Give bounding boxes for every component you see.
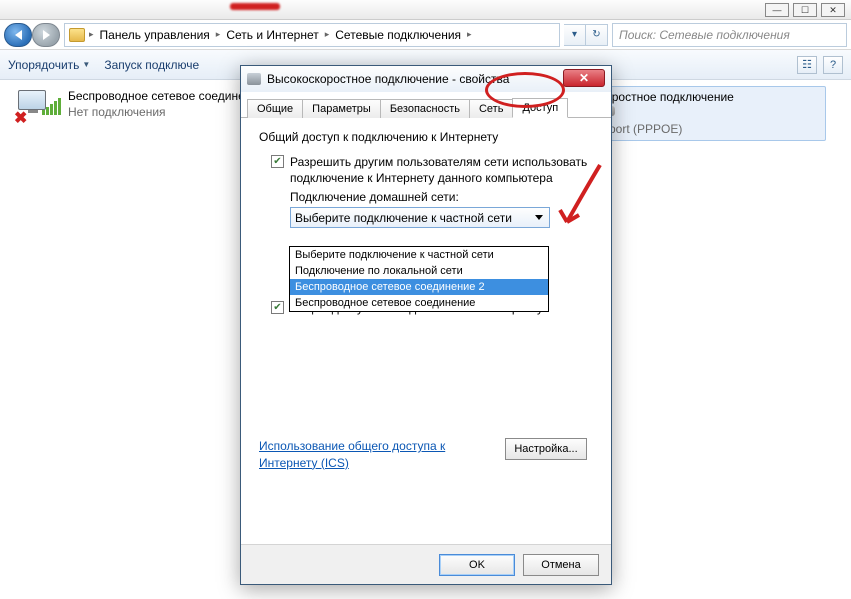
settings-button[interactable]: Настройка...	[505, 438, 587, 460]
chevron-right-icon: ▸	[216, 29, 221, 40]
chevron-right-icon: ▸	[89, 29, 94, 40]
chevron-right-icon: ▸	[467, 29, 472, 40]
dialog-title: Высокоскоростное подключение - свойства	[267, 72, 509, 86]
properties-dialog: Высокоскоростное подключение - свойства …	[240, 65, 612, 585]
connection-name: Беспроводное сетевое соединение	[68, 88, 265, 104]
error-x-icon: ✖	[14, 108, 27, 128]
tab-sharing[interactable]: Доступ	[512, 98, 568, 118]
connection-status: Нет подключения	[68, 104, 265, 120]
refresh-button[interactable]: ↻	[586, 24, 608, 46]
dropdown-option[interactable]: Беспроводное сетевое соединение 2	[290, 279, 548, 295]
chevron-down-icon	[535, 215, 543, 220]
nav-back-button[interactable]	[4, 23, 32, 47]
chevron-right-icon: ▸	[325, 29, 330, 40]
combobox-value: Выберите подключение к частной сети	[295, 211, 512, 225]
dropdown-option[interactable]: Выберите подключение к частной сети	[290, 247, 548, 263]
dialog-titlebar[interactable]: Высокоскоростное подключение - свойства …	[241, 66, 611, 92]
tab-options[interactable]: Параметры	[302, 99, 381, 118]
organize-menu[interactable]: Упорядочить▼	[8, 58, 90, 72]
ok-button[interactable]: OK	[439, 554, 515, 576]
arrow-left-icon	[15, 30, 22, 40]
breadcrumb[interactable]: Сеть и Интернет	[224, 28, 320, 42]
connection-item[interactable]: ✖ Беспроводное сетевое соединение Нет по…	[12, 88, 267, 124]
allow-control-checkbox[interactable]: ✔	[271, 301, 284, 314]
window-titlebar: — ☐ ✕	[0, 0, 851, 20]
wireless-icon: ✖	[12, 88, 60, 124]
breadcrumb[interactable]: Сетевые подключения	[333, 28, 463, 42]
annotation-smudge	[230, 3, 280, 10]
dropdown-option[interactable]: Подключение по локальной сети	[290, 263, 548, 279]
launch-label: Запуск подключе	[104, 58, 199, 72]
ics-help-link[interactable]: Использование общего доступа к Интернету…	[259, 439, 445, 470]
maximize-button[interactable]: ☐	[793, 3, 817, 17]
breadcrumb[interactable]: Панель управления	[98, 28, 212, 42]
address-bar: ▸ Панель управления ▸ Сеть и Интернет ▸ …	[0, 20, 851, 50]
breadcrumb-dropdown-button[interactable]: ▾	[564, 24, 586, 46]
organize-label: Упорядочить	[8, 58, 79, 72]
allow-sharing-label: Разрешить другим пользователям сети испо…	[290, 154, 593, 186]
dialog-icon	[247, 73, 261, 85]
home-network-combobox[interactable]: Выберите подключение к частной сети	[290, 207, 550, 228]
tab-network[interactable]: Сеть	[469, 99, 513, 118]
tab-security[interactable]: Безопасность	[380, 99, 470, 118]
arrow-right-icon	[43, 30, 50, 40]
combobox-dropdown: Выберите подключение к частной сети Подк…	[289, 246, 549, 312]
search-input[interactable]: Поиск: Сетевые подключения	[612, 23, 847, 47]
allow-sharing-checkbox[interactable]: ✔	[271, 155, 284, 168]
dialog-footer: OK Отмена	[241, 544, 611, 584]
nav-forward-button[interactable]	[32, 23, 60, 47]
view-options-button[interactable]: ☷	[797, 56, 817, 74]
folder-icon	[69, 28, 85, 42]
launch-connection-button[interactable]: Запуск подключе	[104, 58, 199, 72]
dropdown-option[interactable]: Беспроводное сетевое соединение	[290, 295, 548, 311]
cancel-button[interactable]: Отмена	[523, 554, 599, 576]
help-button[interactable]: ?	[823, 56, 843, 74]
close-button[interactable]: ✕	[821, 3, 845, 17]
minimize-button[interactable]: —	[765, 3, 789, 17]
dialog-body: Общий доступ к подключению к Интернету ✔…	[241, 118, 611, 538]
breadcrumb-bar[interactable]: ▸ Панель управления ▸ Сеть и Интернет ▸ …	[64, 23, 560, 47]
tab-bar: Общие Параметры Безопасность Сеть Доступ	[241, 92, 611, 118]
section-heading: Общий доступ к подключению к Интернету	[259, 130, 593, 144]
dialog-close-button[interactable]: ✕	[563, 69, 605, 87]
chevron-down-icon: ▼	[82, 60, 90, 69]
tab-general[interactable]: Общие	[247, 99, 303, 118]
home-network-label: Подключение домашней сети:	[290, 190, 593, 204]
